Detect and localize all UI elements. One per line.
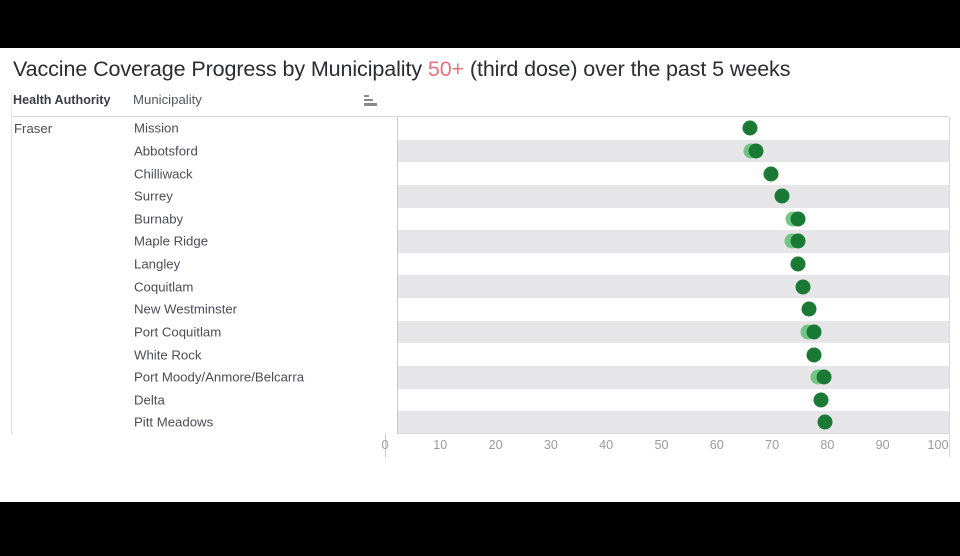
municipality-label: Delta	[134, 392, 165, 408]
municipality-label: Pitt Meadows	[134, 414, 214, 430]
health-authority-cell: Fraser	[12, 117, 134, 434]
x-axis-tick-label: 20	[488, 438, 503, 452]
axis-right-border	[949, 433, 950, 457]
title-part-2: (third dose) over the past 5 weeks	[469, 57, 791, 81]
sort-icon-bar-3	[364, 103, 377, 106]
x-axis-tick-label: 80	[820, 438, 835, 452]
x-axis-tick-label: 30	[543, 438, 558, 452]
municipality-label: White Rock	[134, 347, 202, 363]
title-accent-age-group: 50+	[427, 57, 465, 81]
municipality-label: Abbotsford	[134, 143, 198, 159]
x-axis-tick-label: 90	[875, 438, 890, 452]
x-axis-tick-label: 50	[654, 438, 669, 452]
dashboard-panel: Vaccine Coverage Progress by Municipalit…	[0, 48, 960, 502]
municipality-label: Surrey	[134, 188, 173, 204]
municipality-label: Maple Ridge	[134, 233, 209, 249]
x-axis-tick-label: 100	[927, 438, 949, 452]
data-point-current[interactable]	[742, 120, 758, 136]
x-axis-tick-label: 40	[599, 438, 614, 452]
data-point-current[interactable]	[748, 143, 764, 159]
municipality-label: Coquitlam	[134, 279, 194, 295]
x-axis-tick-label: 70	[765, 438, 780, 452]
x-axis-tick-label: 0	[381, 438, 389, 452]
column-header-municipality[interactable]: Municipality	[133, 92, 202, 107]
title-part-1: Vaccine Coverage Progress by Municipalit…	[13, 57, 422, 81]
sort-ascending-icon[interactable]	[364, 95, 379, 109]
data-point-current[interactable]	[795, 279, 811, 295]
municipality-label: Langley	[134, 256, 181, 272]
municipality-label: Mission	[134, 120, 179, 136]
data-point-current[interactable]	[813, 392, 829, 408]
x-axis: 0 10 20 30 40 50 60 70 80 90 100	[381, 433, 948, 467]
data-point-current[interactable]	[790, 256, 806, 272]
data-point-current[interactable]	[801, 301, 817, 317]
column-headers: Health Authority Municipality	[0, 92, 960, 114]
municipality-label: New Westminster	[134, 301, 238, 317]
column-header-health-authority[interactable]: Health Authority	[13, 93, 111, 107]
sort-icon-bar-1	[364, 95, 369, 97]
data-point-current[interactable]	[790, 233, 806, 249]
label-column-background	[134, 117, 397, 434]
municipality-label: Burnaby	[134, 211, 184, 227]
municipality-label: Chilliwack	[134, 166, 193, 182]
data-point-current[interactable]	[806, 324, 822, 340]
data-point-current[interactable]	[763, 166, 779, 182]
data-point-current[interactable]	[774, 188, 790, 204]
x-axis-tick-label: 60	[709, 438, 724, 452]
municipality-label: Port Moody/Anmore/Belcarra	[134, 369, 305, 385]
page-title: Vaccine Coverage Progress by Municipalit…	[13, 57, 790, 82]
data-point-current[interactable]	[817, 414, 833, 430]
municipality-label: Port Coquitlam	[134, 324, 222, 340]
visualization-root: Vaccine Coverage Progress by Municipalit…	[0, 0, 960, 556]
data-point-current[interactable]	[790, 211, 806, 227]
data-grid: Mission Abbotsford Chilliwack Surrey Burnaby…	[11, 116, 950, 434]
data-point-current[interactable]	[806, 347, 822, 363]
data-point-current[interactable]	[816, 369, 832, 385]
x-axis-tick-label: 10	[433, 438, 448, 452]
sort-icon-bar-2	[364, 99, 373, 101]
health-authority-label: Fraser	[14, 121, 53, 136]
